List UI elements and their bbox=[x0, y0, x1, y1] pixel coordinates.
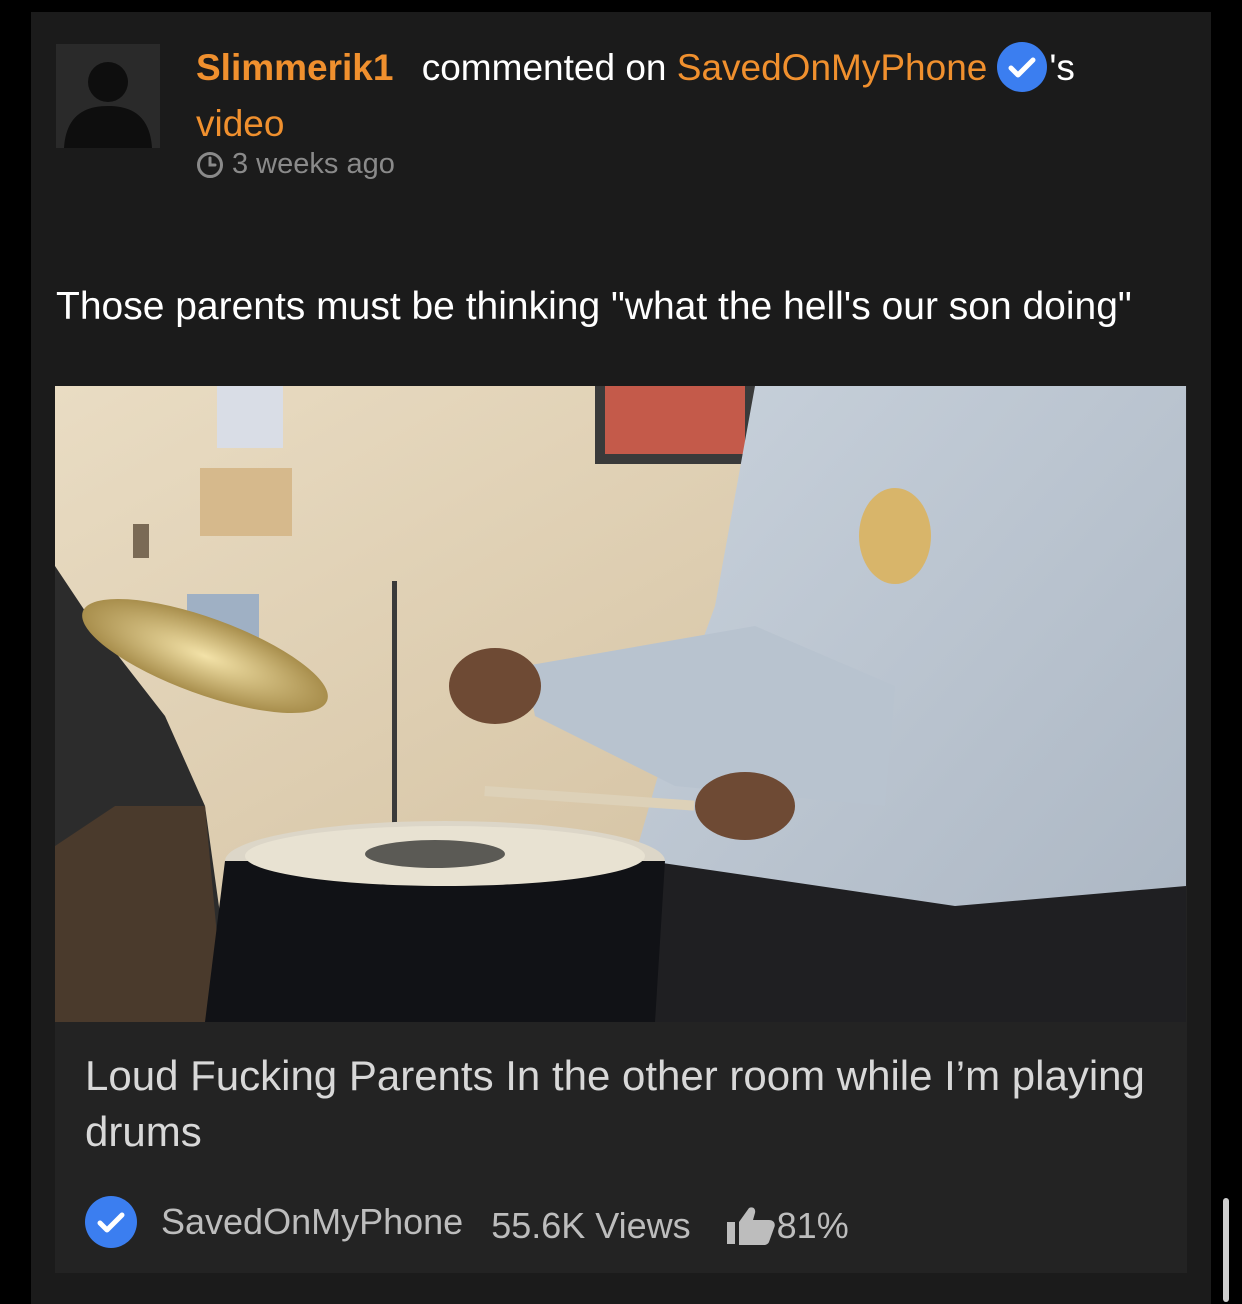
verified-icon bbox=[85, 1196, 137, 1248]
video-title[interactable]: Loud Fucking Parents In the other room w… bbox=[85, 1048, 1165, 1160]
rating: 81% bbox=[725, 1205, 849, 1247]
verified-icon bbox=[997, 42, 1048, 92]
comment-header: Slimmerik1 commented on SavedOnMyPhone 's… bbox=[196, 40, 1186, 152]
video-thumbnail[interactable] bbox=[55, 386, 1186, 1022]
comment-body: Those parents must be thinking "what the… bbox=[56, 285, 1132, 328]
possessive-text: 's bbox=[1049, 47, 1075, 88]
video-link[interactable]: video bbox=[196, 103, 284, 144]
comment-timestamp: 3 weeks ago bbox=[196, 148, 395, 181]
user-avatar[interactable] bbox=[56, 44, 160, 148]
clock-icon bbox=[197, 151, 223, 178]
video-meta: SavedOnMyPhone 55.6K Views 81% bbox=[85, 1194, 849, 1250]
action-text: commented on bbox=[421, 47, 667, 88]
rating-text: 81% bbox=[776, 1205, 849, 1246]
thumbs-up-icon bbox=[726, 1207, 775, 1245]
comment-card: Slimmerik1 commented on SavedOnMyPhone 's… bbox=[31, 12, 1211, 1304]
user-silhouette-icon bbox=[56, 44, 160, 148]
view-count: 55.6K Views bbox=[491, 1205, 691, 1246]
channel-link[interactable]: SavedOnMyPhone bbox=[677, 47, 988, 88]
timestamp-text: 3 weeks ago bbox=[232, 148, 395, 180]
scrollbar[interactable] bbox=[1223, 1198, 1229, 1302]
username-link[interactable]: Slimmerik1 bbox=[196, 47, 393, 88]
video-card[interactable]: Loud Fucking Parents In the other room w… bbox=[55, 386, 1187, 1273]
video-channel-link[interactable]: SavedOnMyPhone bbox=[161, 1201, 463, 1243]
